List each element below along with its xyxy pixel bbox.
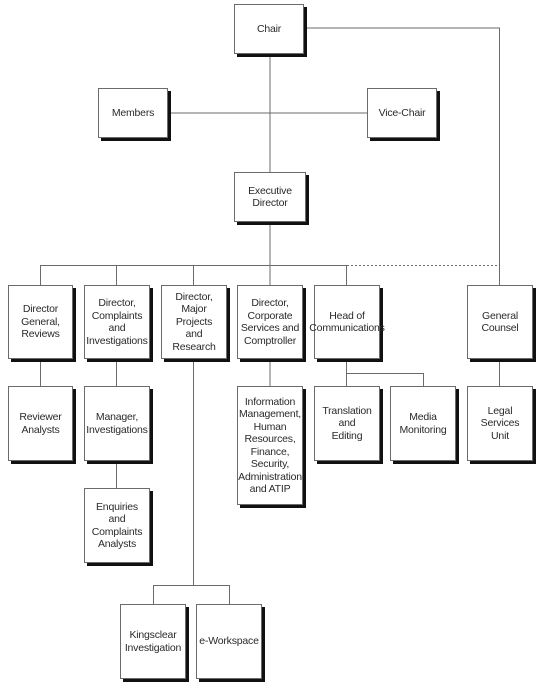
node-e-workspace: e-Workspace	[196, 604, 262, 679]
node-label: Media Monitoring	[399, 411, 447, 436]
node-head-comms: Head of Communications	[309, 285, 385, 359]
node-label: Director, Complaints and Investigations	[86, 297, 148, 347]
node-label: Kingsclear Investigation	[124, 629, 182, 654]
node-media-monitoring: Media Monitoring	[390, 386, 456, 461]
node-dg-reviews: Director General, Reviews	[8, 285, 73, 359]
node-manager-investigations: Manager, Investigations	[84, 386, 150, 461]
node-dir-corporate: Director, Corporate Services and Comptro…	[237, 285, 303, 359]
node-dir-complaints: Director, Complaints and Investigations	[84, 285, 150, 359]
node-general-counsel: General Counsel	[467, 285, 533, 359]
node-dir-major-projects: Director, Major Projects and Research	[161, 285, 227, 359]
node-label: Director, Corporate Services and Comptro…	[240, 297, 300, 347]
node-vice-chair: Vice-Chair	[367, 88, 437, 138]
node-translation-editing: Translation and Editing	[314, 386, 380, 461]
node-label: Enquiries and Complaints Analysts	[91, 500, 143, 551]
node-kingsclear: Kingsclear Investigation	[120, 604, 186, 679]
line-chair-counsel	[304, 27, 500, 285]
node-label: Reviewer Analysts	[19, 411, 62, 436]
node-label: Manager, Investigations	[86, 411, 148, 436]
node-label: Director General, Reviews	[21, 303, 60, 341]
node-reviewer-analysts: Reviewer Analysts	[8, 386, 73, 461]
node-label: Translation and Editing	[322, 404, 372, 442]
node-label: Executive Director	[248, 184, 292, 210]
node-label: Information Management, Human Resources,…	[238, 395, 302, 496]
node-enquiries-analysts: Enquiries and Complaints Analysts	[84, 488, 150, 563]
node-members: Members	[98, 88, 168, 138]
node-info-management: Information Management, Human Resources,…	[237, 386, 303, 505]
node-label: Head of Communications	[309, 309, 385, 335]
node-executive-director: Executive Director	[234, 172, 306, 222]
node-label: Members	[111, 106, 155, 119]
node-legal-services: Legal Services Unit	[467, 386, 533, 461]
link-comms-media	[346, 373, 424, 386]
node-label: Chair	[256, 22, 282, 35]
node-label: Vice-Chair	[378, 106, 426, 119]
link-major-branch	[153, 585, 230, 604]
node-chair: Chair	[234, 4, 304, 54]
node-label: e-Workspace	[199, 635, 259, 648]
node-label: General Counsel	[481, 309, 519, 335]
node-label: Director, Major Projects and Research	[172, 290, 216, 353]
node-label: Legal Services Unit	[480, 404, 520, 442]
